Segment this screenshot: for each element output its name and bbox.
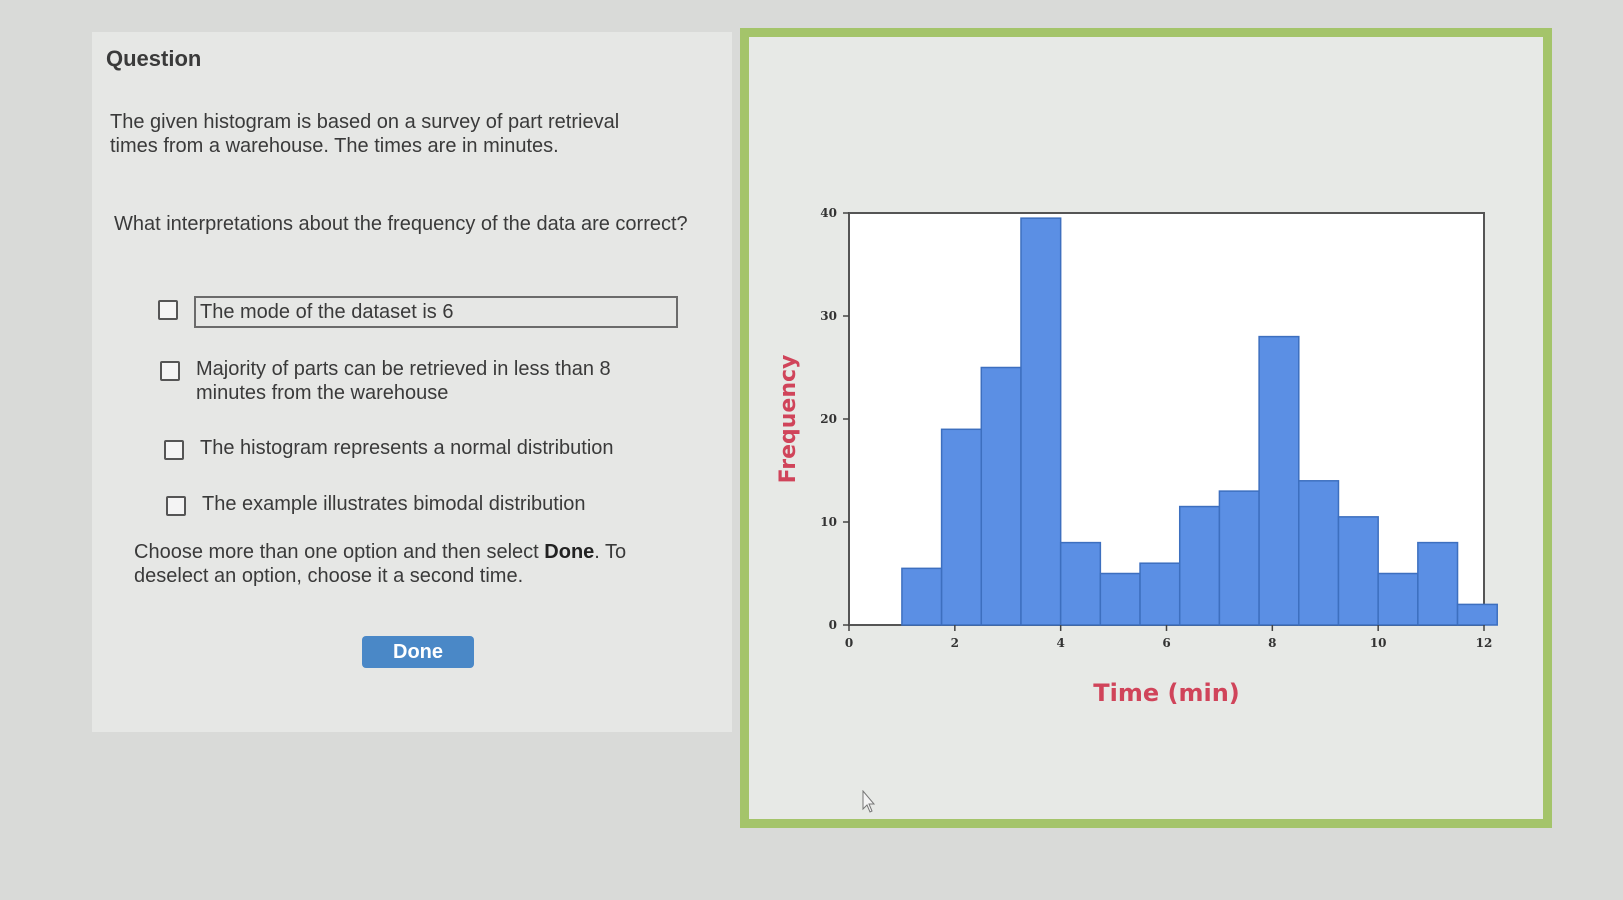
checkbox[interactable] xyxy=(158,300,178,320)
histogram-bar xyxy=(940,428,983,626)
y-tick-label: 20 xyxy=(820,412,837,426)
histogram-bar xyxy=(1099,572,1141,626)
question-intro: The given histogram is based on a survey… xyxy=(110,111,620,157)
x-axis-label: Time (min) xyxy=(1093,679,1240,707)
x-tick-label: 6 xyxy=(1162,636,1170,650)
option-label: The histogram represents a normal distri… xyxy=(200,437,614,459)
x-tick-label: 10 xyxy=(1370,636,1387,650)
y-tick-label: 40 xyxy=(820,206,837,220)
histogram-bar xyxy=(1377,572,1419,626)
histogram-bar xyxy=(901,567,943,626)
histogram-bar xyxy=(1337,516,1379,626)
histogram-bar xyxy=(1298,480,1340,626)
histogram-bar xyxy=(1258,335,1300,626)
x-tick-label: 12 xyxy=(1476,636,1493,650)
histogram-bar xyxy=(980,366,1022,626)
option-label: The mode of the dataset is 6 xyxy=(194,296,678,328)
instructions-bold: Done xyxy=(544,541,595,563)
option-label: The example illustrates bimodal distribu… xyxy=(202,493,586,515)
y-axis-label: Frequency xyxy=(776,355,801,484)
y-tick-label: 0 xyxy=(829,618,837,632)
histogram-bar xyxy=(1178,505,1221,626)
option-bimodal[interactable]: The example illustrates bimodal distribu… xyxy=(166,492,586,516)
histogram-bar xyxy=(1218,490,1260,626)
option-majority[interactable]: Majority of parts can be retrieved in le… xyxy=(160,357,680,405)
chart-frame: 0 10 20 30 40 0 2 4 6 8 10 12 Time (min) Frequency xyxy=(740,28,1552,828)
histogram-bar xyxy=(1059,541,1102,626)
instructions-pre: Choose more than one option and then sel… xyxy=(134,541,545,563)
histogram-bar xyxy=(1139,562,1181,626)
option-normal[interactable]: The histogram represents a normal distri… xyxy=(164,436,614,460)
y-tick-label: 10 xyxy=(820,515,837,529)
histogram-bar xyxy=(1020,217,1062,626)
question-prompt: What interpretations about the frequency… xyxy=(114,213,688,235)
x-tick-label: 4 xyxy=(1056,636,1064,650)
option-label: Majority of parts can be retrieved in le… xyxy=(196,358,611,404)
x-tick-label: 0 xyxy=(845,636,853,650)
done-button[interactable]: Done xyxy=(362,636,474,668)
mouse-pointer-icon xyxy=(862,790,876,813)
checkbox[interactable] xyxy=(166,496,186,516)
instructions: Choose more than one option and then sel… xyxy=(134,540,694,588)
histogram-bar xyxy=(1417,541,1459,626)
histogram-chart: 0 10 20 30 40 0 2 4 6 8 10 12 Time (min) Frequency xyxy=(776,206,1498,707)
y-tick-label: 30 xyxy=(820,309,837,323)
question-title: Question xyxy=(106,46,202,71)
option-mode[interactable]: The mode of the dataset is 6 xyxy=(158,296,678,328)
histogram-bar xyxy=(1456,603,1498,626)
checkbox[interactable] xyxy=(160,361,180,381)
x-tick-label: 2 xyxy=(951,636,959,650)
question-panel: Question The given histogram is based on… xyxy=(92,32,732,732)
x-tick-label: 8 xyxy=(1268,636,1276,650)
checkbox[interactable] xyxy=(164,440,184,460)
